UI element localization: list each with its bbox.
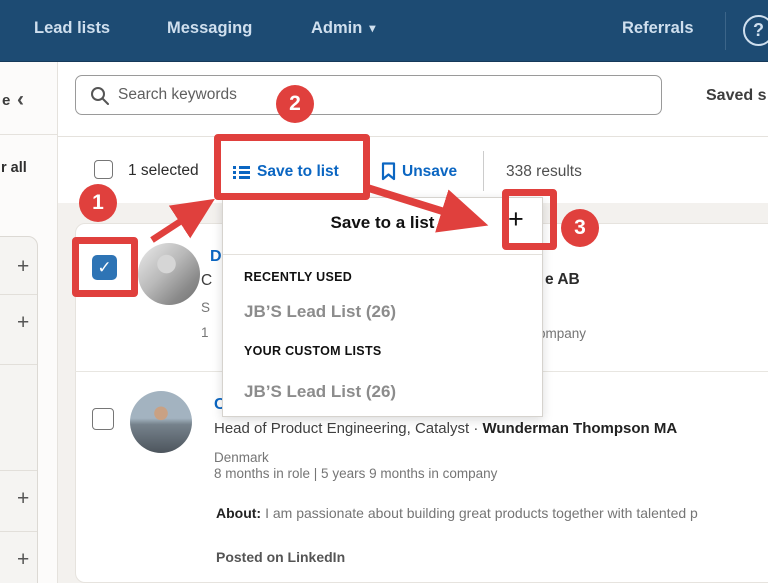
filter-row-divider: [0, 470, 37, 471]
dropdown-title: Save to a list: [223, 213, 542, 233]
lead-2-company: Wunderman Thompson MA: [482, 420, 677, 437]
lead-1-location-fragment: S: [201, 300, 210, 315]
dropdown-section-custom-lists: YOUR CUSTOM LISTS: [244, 344, 382, 358]
screen: Lead lists Messaging Admin▾ Referrals ? …: [0, 0, 768, 583]
top-navbar: Lead lists Messaging Admin ▾ Referrals ?: [0, 0, 768, 62]
save-to-list-label: Save to list: [257, 163, 339, 181]
nav-referrals[interactable]: Referrals: [622, 19, 694, 38]
bookmark-icon: [381, 162, 396, 181]
lead-2-avatar[interactable]: [130, 391, 192, 453]
lead-1-avatar[interactable]: [138, 243, 200, 305]
toolbar-divider: [483, 151, 484, 191]
help-icon[interactable]: ?: [743, 15, 768, 46]
saved-searches-link-fragment[interactable]: Saved s: [706, 87, 766, 105]
clear-all-fragment: r all: [1, 160, 27, 176]
nav-divider: [725, 12, 726, 50]
lead-2-location: Denmark: [214, 450, 269, 465]
collapse-chevron-icon[interactable]: ‹: [17, 88, 24, 112]
filter-expand-plus-icon[interactable]: +: [17, 548, 29, 572]
lead-2-title-prefix: Head of Product Engineering, Catalyst ·: [214, 420, 482, 437]
dropdown-list-item[interactable]: JB’S Lead List (26): [244, 382, 396, 402]
sidebar-collapse-label-fragment: e: [2, 92, 10, 109]
list-icon: [233, 165, 250, 180]
dropdown-list-item[interactable]: JB’S Lead List (26): [244, 302, 396, 322]
filter-panel: + + + +: [0, 236, 38, 583]
filter-row-divider: [0, 531, 37, 532]
create-list-plus-button[interactable]: +: [508, 204, 524, 235]
filter-expand-plus-icon[interactable]: +: [17, 487, 29, 511]
filter-row-divider: [0, 364, 37, 365]
lead-1-checkbox[interactable]: ✓: [92, 255, 117, 280]
select-all-checkbox[interactable]: [94, 160, 113, 179]
lead-2-posted-on: Posted on LinkedIn: [216, 549, 345, 565]
lead-1-tenure-fragment: 1: [201, 325, 209, 340]
results-count: 338 results: [506, 163, 582, 181]
nav-admin[interactable]: Admin ▾: [311, 19, 375, 38]
save-to-list-button[interactable]: Save to list: [233, 163, 339, 181]
lead-1-company-fragment: e AB: [545, 271, 580, 289]
selected-count: 1 selected: [128, 162, 199, 180]
sidebar-divider: [0, 134, 58, 135]
nav-lead-lists[interactable]: Lead lists: [34, 19, 110, 38]
search-input[interactable]: Search keywords: [75, 75, 662, 115]
lead-2-checkbox[interactable]: [92, 408, 114, 430]
sidebar-content-divider: [57, 62, 58, 583]
search-placeholder: Search keywords: [118, 86, 237, 104]
search-icon: [90, 86, 109, 105]
lead-2-about: About:I am passionate about building gre…: [216, 505, 698, 521]
about-text: I am passionate about building great pro…: [265, 505, 698, 521]
lead-1-tenure-end-fragment: ompany: [538, 326, 586, 341]
filters-sidebar: e ‹ r all + + + +: [0, 62, 58, 583]
lead-2-tenure: 8 months in role | 5 years 9 months in c…: [214, 466, 497, 481]
nav-admin-label: Admin: [311, 19, 362, 37]
lead-1-title-fragment: C: [201, 272, 212, 290]
filter-expand-plus-icon[interactable]: +: [17, 311, 29, 335]
about-label: About:: [216, 505, 261, 521]
chevron-down-icon: ▾: [369, 21, 375, 35]
dropdown-section-recently-used: RECENTLY USED: [244, 270, 352, 284]
lead-1-name-fragment[interactable]: D: [210, 248, 222, 266]
dropdown-divider: [223, 254, 542, 255]
nav-messaging[interactable]: Messaging: [167, 19, 252, 38]
save-to-list-dropdown: Save to a list + RECENTLY USED JB’S Lead…: [222, 197, 543, 417]
filter-row-divider: [0, 294, 37, 295]
filter-expand-plus-icon[interactable]: +: [17, 255, 29, 279]
unsave-label: Unsave: [402, 163, 457, 181]
lead-2-title: Head of Product Engineering, Catalyst · …: [214, 420, 677, 437]
unsave-button[interactable]: Unsave: [381, 162, 457, 181]
